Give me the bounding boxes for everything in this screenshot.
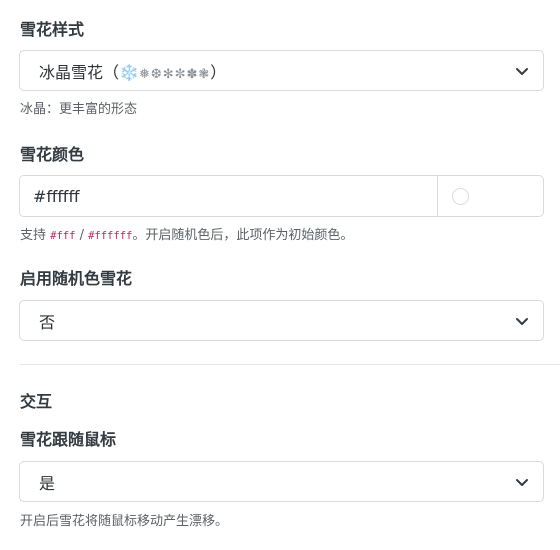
snow-style-select[interactable]: 冰晶雪花（❄️❅❆✻✼✽❃） [19,50,544,91]
snow-color-hint-suffix: 。开启随机色后，此项作为初始颜色。 [132,228,354,243]
snow-color-hint-sep: / [75,228,89,243]
follow-mouse-value: 是 [39,473,56,493]
snow-color-text-input[interactable] [20,176,438,216]
snowflake-emoji-icon: ❄️ [119,62,139,82]
random-color-select[interactable]: 否 [19,300,544,341]
snow-style-label: 雪花样式 [20,20,85,39]
snow-style-value-close: ） [210,62,227,82]
follow-mouse-hint: 开启后雪花将随鼠标移动产生漂移。 [20,514,229,529]
color-swatch [452,187,469,205]
chevron-down-icon [515,475,529,489]
random-color-label: 启用随机色雪花 [20,269,133,288]
follow-mouse-select[interactable]: 是 [19,461,544,502]
snowflake-glyphs: ❅❆✻✼✽❃ [138,66,211,82]
hint-code-short: #fff [50,230,76,242]
chevron-down-icon [515,64,529,78]
snow-color-input-group [19,175,544,217]
snow-style-value: 冰晶雪花（❄️❅❆✻✼✽❃） [39,59,515,83]
snow-settings-panel: 雪花样式 冰晶雪花（❄️❅❆✻✼✽❃） 冰晶：更丰富的形态 雪花颜色 支持 #f… [0,0,560,550]
chevron-down-icon [515,314,529,328]
random-color-value: 否 [39,312,56,332]
snow-color-picker[interactable] [438,176,543,216]
snow-style-hint: 冰晶：更丰富的形态 [20,102,138,117]
section-divider [20,364,560,365]
interaction-section-title: 交互 [20,392,53,411]
hint-code-long: #ffffff [88,230,133,242]
snow-color-hint-prefix: 支持 [20,228,51,243]
snow-color-hint: 支持 #fff / #ffffff。开启随机色后，此项作为初始颜色。 [20,227,353,245]
snow-style-value-text: 冰晶雪花（ [39,62,120,82]
snow-color-label: 雪花颜色 [20,145,85,164]
follow-mouse-label: 雪花跟随鼠标 [20,430,117,449]
